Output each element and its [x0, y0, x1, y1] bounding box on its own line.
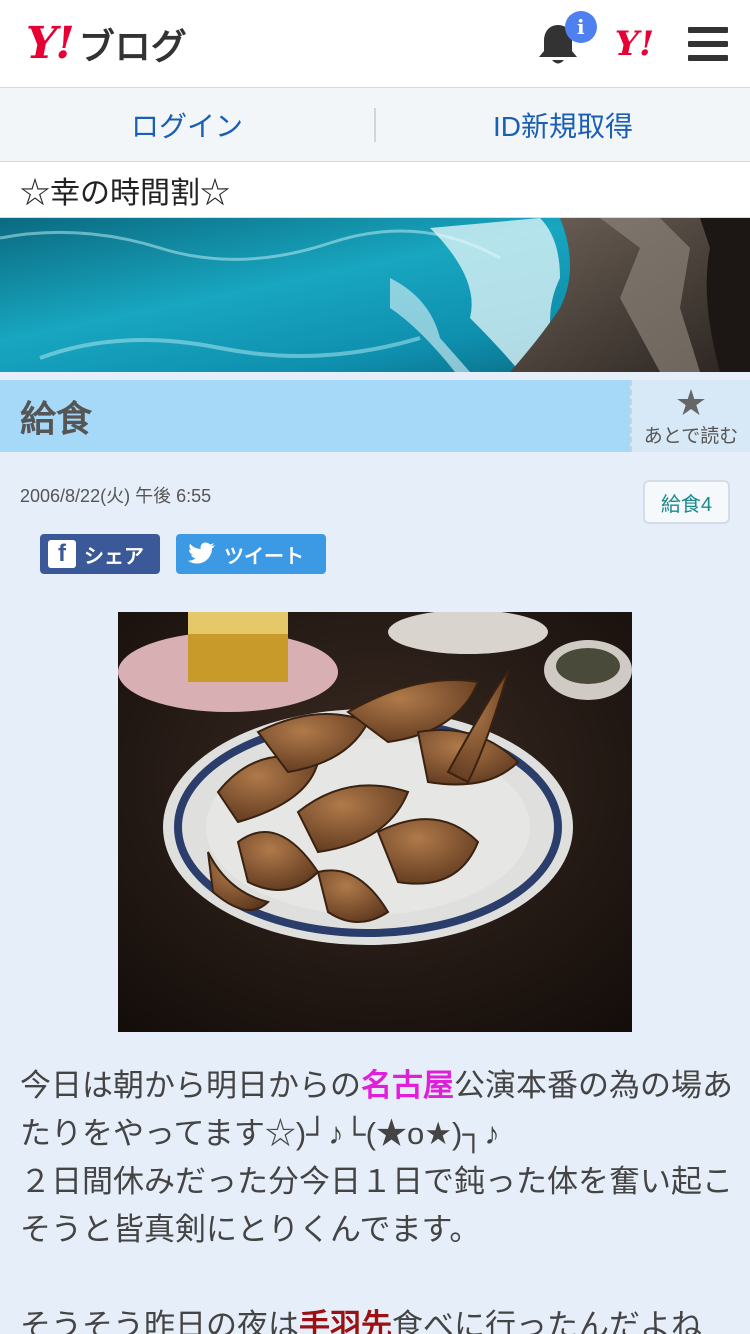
highlight-nagoya: 名古屋	[361, 1068, 454, 1103]
body-text: そうそう昨日の夜は	[20, 1308, 299, 1334]
register-link[interactable]: ID新規取得	[376, 105, 750, 145]
share-buttons: f シェア ツイート	[0, 534, 750, 576]
body-paragraph-1: 今日は朝から明日からの名古屋公演本番の為の場あたりをやってます☆)┘♪└(★o★…	[20, 1062, 735, 1158]
notification-badge: i	[564, 10, 597, 43]
read-later-button[interactable]: ★ あとで読む	[630, 380, 750, 452]
body-paragraph-2: ２日間休みだった分今日１日で鈍った体を奮い起こそうと皆真剣にとりくんでます。	[20, 1164, 733, 1247]
login-bar: ログイン ID新規取得	[0, 88, 750, 162]
yahoo-logo-mark: Y!	[26, 18, 75, 69]
article-photo[interactable]	[118, 612, 632, 1032]
article-date: 2006/8/22(火) 午後 6:55	[20, 486, 212, 506]
article-body: 今日は朝から明日からの名古屋公演本番の為の場あたりをやってます☆)┘♪└(★o★…	[20, 1062, 735, 1334]
article-title-bar: 給食 ★ あとで読む	[0, 380, 750, 452]
twitter-tweet-button[interactable]: ツイート	[176, 534, 326, 574]
yahoo-top-link[interactable]: Y!	[615, 24, 654, 64]
app-header: Y! ブログ i Y!	[0, 0, 750, 88]
notification-button[interactable]: i	[535, 10, 597, 67]
twitter-bird-icon	[188, 542, 215, 564]
page: Y! ブログ i Y! ログイン ID新規取得 ☆幸の時間割☆ 給食 ★ あとで…	[0, 0, 750, 1334]
facebook-share-label: シェア	[84, 545, 144, 568]
blog-title[interactable]: ☆幸の時間割☆	[0, 162, 750, 218]
star-icon: ★	[674, 381, 708, 423]
login-link[interactable]: ログイン	[0, 105, 374, 145]
body-text: 今日は朝から明日からの	[20, 1068, 361, 1103]
read-later-label: あとで読む	[643, 425, 739, 447]
yahoo-blog-logo[interactable]: Y! ブログ	[26, 18, 187, 70]
blog-header-image	[0, 218, 750, 372]
highlight-tebasaki: 手羽先	[299, 1308, 392, 1334]
body-text: 食べに行ったんだよね	[392, 1308, 702, 1334]
body-paragraph-3: そうそう昨日の夜は手羽先食べに行ったんだよね	[20, 1302, 735, 1334]
header-actions: i Y!	[535, 10, 728, 67]
article-meta: 2006/8/22(火) 午後 6:55 給食4	[0, 452, 750, 534]
twitter-tweet-label: ツイート	[224, 545, 304, 568]
category-tag[interactable]: 給食4	[642, 480, 730, 524]
hamburger-menu-icon[interactable]	[688, 26, 728, 61]
facebook-share-button[interactable]: f シェア	[40, 534, 160, 574]
blog-logo-text: ブログ	[78, 26, 187, 68]
article-title: 給食	[0, 380, 630, 452]
facebook-icon: f	[48, 540, 76, 568]
body-blank-line	[20, 1254, 735, 1302]
